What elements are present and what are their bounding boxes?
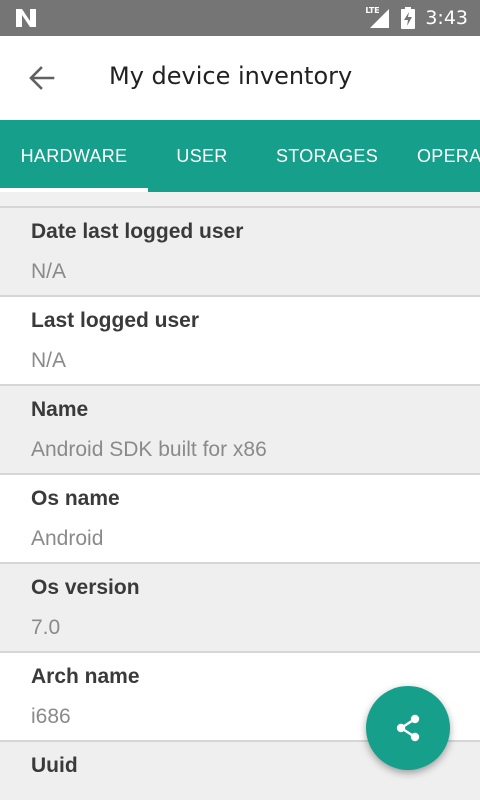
list-top-spacer — [0, 192, 480, 208]
item-label: Last logged user — [31, 309, 200, 332]
page-title: My device inventory — [109, 62, 353, 90]
tab-storages[interactable]: STORAGES — [256, 120, 398, 192]
item-label: Os name — [31, 487, 120, 510]
status-right: LTE 3:43 — [365, 0, 468, 36]
status-bar: LTE 3:43 — [0, 0, 480, 36]
arrow-back-icon — [29, 66, 55, 90]
toolbar: My device inventory — [0, 36, 480, 120]
item-value: N/A — [31, 260, 67, 283]
back-button[interactable] — [14, 54, 70, 102]
item-value: i686 — [31, 705, 71, 728]
item-value: 7.0 — [31, 616, 61, 639]
item-value: Android SDK built for x86 — [31, 438, 267, 461]
clock: 3:43 — [425, 7, 468, 29]
list-item[interactable]: Date last logged user N/A — [0, 208, 480, 297]
share-button[interactable] — [366, 686, 450, 770]
share-icon — [396, 714, 420, 742]
battery-charging-icon — [401, 7, 416, 29]
n-notification-icon — [16, 9, 36, 27]
tab-bar: HARDWARE USER STORAGES OPERA — [0, 120, 480, 192]
list-item[interactable]: Last logged user N/A — [0, 297, 480, 386]
tab-hardware[interactable]: HARDWARE — [0, 120, 148, 192]
item-label: Os version — [31, 576, 140, 599]
list-item[interactable]: Name Android SDK built for x86 — [0, 386, 480, 475]
item-label: Uuid — [31, 754, 78, 777]
signal-icon: LTE — [365, 6, 391, 29]
item-value: N/A — [31, 349, 67, 372]
tab-user[interactable]: USER — [148, 120, 256, 192]
item-label: Name — [31, 398, 89, 421]
item-value: Android — [31, 527, 104, 550]
item-label: Date last logged user — [31, 220, 244, 243]
item-label: Arch name — [31, 665, 140, 688]
tab-operating-system[interactable]: OPERA — [398, 120, 480, 192]
list-item[interactable]: Os name Android — [0, 475, 480, 564]
list-item[interactable]: Os version 7.0 — [0, 564, 480, 653]
